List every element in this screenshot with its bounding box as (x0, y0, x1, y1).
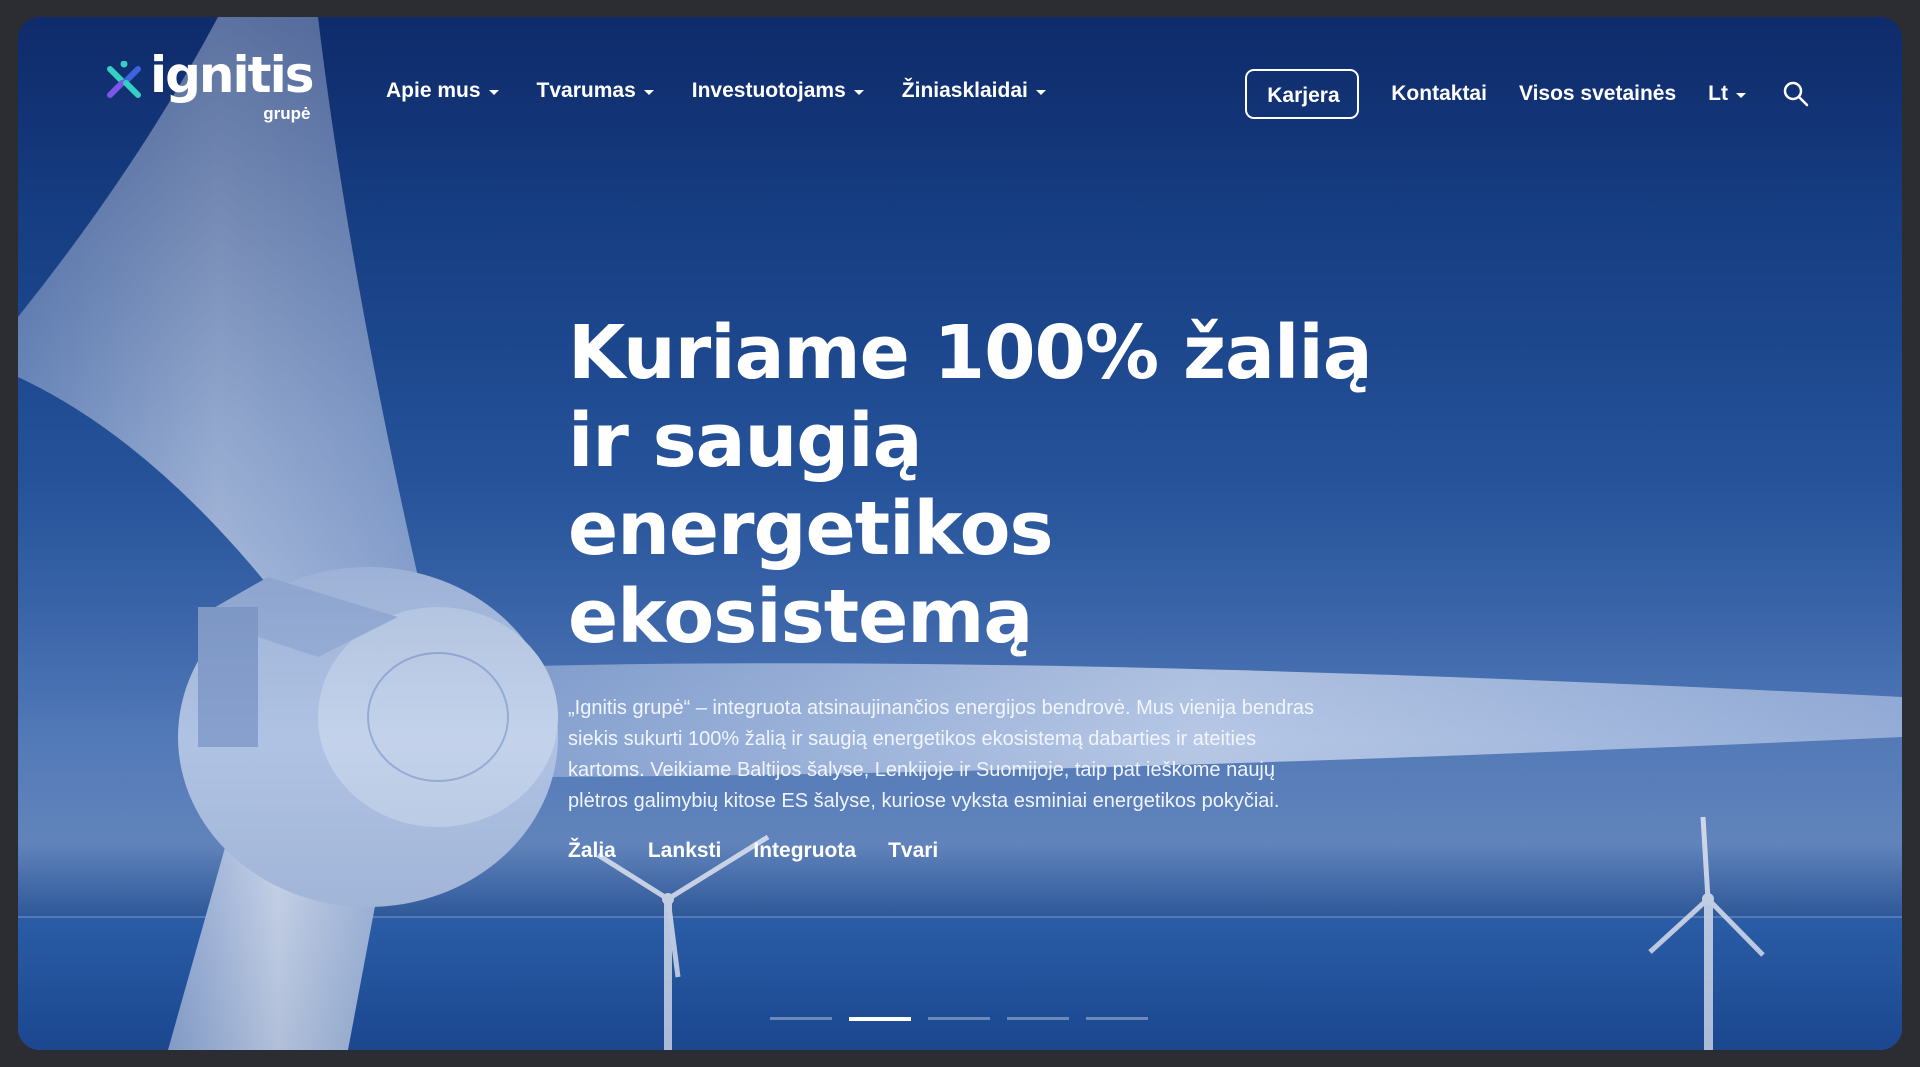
search-icon[interactable] (1782, 80, 1810, 108)
nav-item-investuotojams[interactable]: Investuotojams (692, 79, 864, 103)
hero-content: Kuriame 100% žalią ir saugią energetikos… (568, 309, 1388, 863)
nav-item-label: Investuotojams (691, 79, 846, 102)
carousel-dot-1[interactable] (770, 1017, 832, 1020)
nav-item-tvarumas[interactable]: Tvarumas (537, 79, 654, 103)
carousel-dot-5[interactable] (1086, 1017, 1148, 1020)
carousel-indicators (770, 1017, 1165, 1021)
chevron-down-icon (853, 90, 864, 95)
main-navigation: Apie mus Tvarumas Investuotojams Žiniask… (386, 79, 1084, 103)
logo-subtitle: grupė (263, 104, 311, 123)
browser-viewport: ignitis grupė Apie mus Tvarumas Investuo… (18, 17, 1902, 1050)
career-button[interactable]: Karjera (1245, 69, 1360, 119)
headline-line: ekosistemą (568, 574, 1033, 660)
hero-value-tags: Žalia Lanksti Integruota Tvari (568, 839, 1388, 863)
all-sites-link[interactable]: Visos svetainės (1519, 82, 1676, 106)
nav-item-apie-mus[interactable]: Apie mus (386, 79, 499, 103)
logo-wordmark: ignitis (150, 46, 314, 104)
description-line: „Ignitis grupė“ – integruota atsinaujina… (568, 697, 1314, 719)
carousel-dot-4[interactable] (1007, 1017, 1069, 1020)
language-selector[interactable]: Lt (1708, 82, 1746, 106)
description-line: plėtros galimybių kitose ES šalyse, kuri… (568, 790, 1280, 812)
tag-lanksti[interactable]: Lanksti (648, 839, 722, 863)
chevron-down-icon (643, 90, 654, 95)
ignitis-logo[interactable]: ignitis grupė (106, 46, 314, 123)
nav-item-label: Žiniasklaidai (901, 79, 1028, 102)
site-header: ignitis grupė Apie mus Tvarumas Investuo… (18, 17, 1902, 137)
chevron-down-icon (1035, 90, 1046, 95)
description-line: siekis sukurti 100% žalią ir saugią ener… (568, 728, 1257, 750)
carousel-dot-2[interactable] (849, 1017, 911, 1021)
nav-item-ziniasklaidai[interactable]: Žiniasklaidai (902, 79, 1046, 103)
nav-item-label: Tvarumas (536, 79, 636, 102)
headline-line: Kuriame 100% žalią (568, 310, 1373, 396)
headline-line: ir saugią energetikos (568, 398, 1054, 572)
chevron-down-icon (1736, 93, 1746, 98)
nav-item-label: Apie mus (386, 79, 481, 102)
chevron-down-icon (488, 90, 499, 95)
description-line: kartoms. Veikiame Baltijos šalyse, Lenki… (568, 759, 1276, 781)
carousel-dot-3[interactable] (928, 1017, 990, 1020)
contacts-link[interactable]: Kontaktai (1391, 82, 1487, 106)
hero-description: „Ignitis grupė“ – integruota atsinaujina… (568, 693, 1368, 817)
tag-zalia[interactable]: Žalia (568, 839, 616, 863)
ignitis-x-logo-icon (107, 61, 141, 98)
language-label: Lt (1708, 82, 1728, 105)
header-utility-nav: Karjera Kontaktai Visos svetainės Lt (1245, 69, 1810, 119)
tag-integruota[interactable]: Integruota (753, 839, 856, 863)
tag-tvari[interactable]: Tvari (888, 839, 938, 863)
hero-headline: Kuriame 100% žalią ir saugią energetikos… (568, 309, 1388, 661)
